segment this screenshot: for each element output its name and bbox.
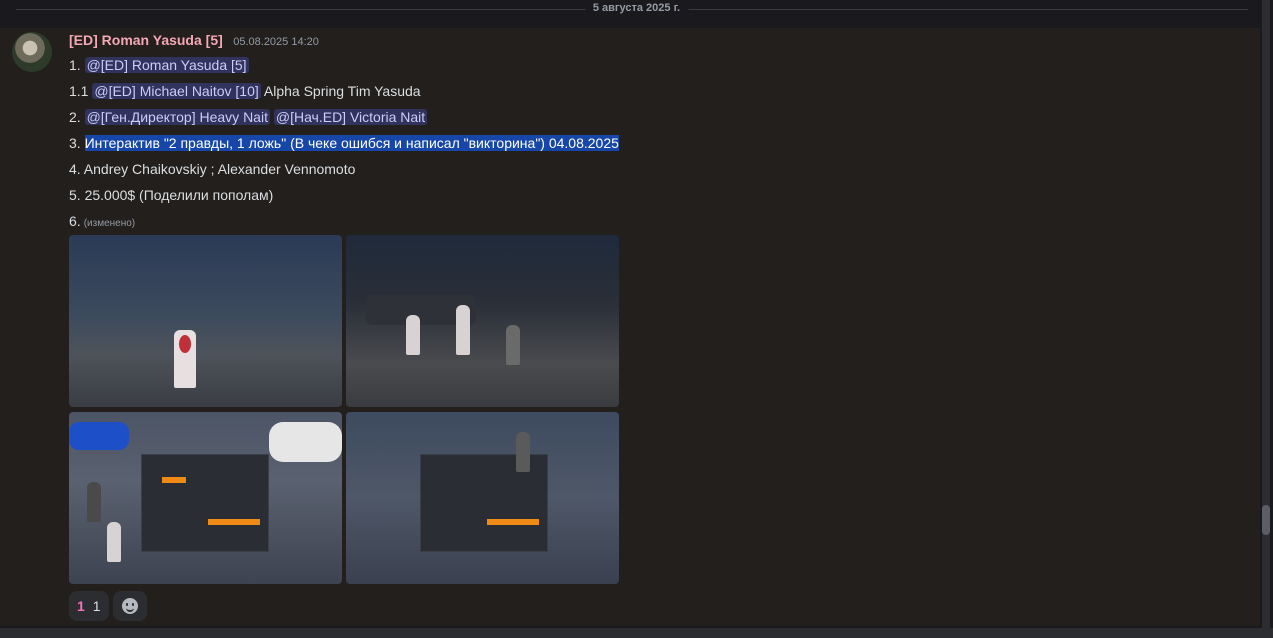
line-1-1: 1.1 @[ED] Michael Naitov [10] Alpha Spri… bbox=[69, 83, 421, 99]
character-figure bbox=[456, 305, 470, 355]
image-grid bbox=[69, 235, 619, 584]
message: [ED] Roman Yasuda [5] 05.08.2025 14:20 1… bbox=[0, 28, 1260, 626]
character-figure bbox=[506, 325, 520, 365]
line-3-prefix: 3. bbox=[69, 135, 81, 151]
line-3: 3. Интерактив "2 правды, 1 ложь" (В чеке… bbox=[69, 135, 619, 151]
screenshot-image-2[interactable] bbox=[346, 235, 619, 407]
line-1: 1. @[ED] Roman Yasuda [5] bbox=[69, 57, 249, 73]
white-car-shape bbox=[269, 422, 342, 462]
screenshot-image-1[interactable] bbox=[69, 235, 342, 407]
mention-michael[interactable]: @[ED] Michael Naitov [10] bbox=[92, 83, 261, 99]
backpack-shape bbox=[179, 335, 191, 353]
reactions-bar: 1 1 bbox=[69, 591, 147, 621]
reaction-chip[interactable]: 1 1 bbox=[69, 591, 109, 621]
line-2: 2. @[Ген.Директор] Heavy Nait @[Нач.ED] … bbox=[69, 109, 428, 125]
mention-heavy[interactable]: @[Ген.Директор] Heavy Nait bbox=[84, 109, 270, 125]
reaction-count: 1 bbox=[92, 598, 101, 614]
character-figure bbox=[87, 482, 101, 522]
smile-icon bbox=[121, 598, 138, 614]
add-reaction-button[interactable] bbox=[112, 591, 147, 621]
screenshot-image-3[interactable] bbox=[69, 412, 342, 584]
character-figure bbox=[406, 315, 420, 355]
character-figure bbox=[107, 522, 121, 562]
scrollbar-track[interactable] bbox=[1262, 0, 1270, 638]
screenshot-image-4[interactable] bbox=[346, 412, 619, 584]
line-6-prefix: 6. bbox=[69, 213, 81, 229]
mention-roman[interactable]: @[ED] Roman Yasuda [5] bbox=[84, 57, 249, 73]
line-2-prefix: 2. bbox=[69, 109, 81, 125]
date-divider-label: 5 августа 2025 г. bbox=[584, 2, 689, 14]
line-1-1-text: Alpha Spring Tim Yasuda bbox=[263, 83, 421, 99]
avatar[interactable] bbox=[12, 32, 52, 72]
line-4: 4. Andrey Chaikovskiy ; Alexander Vennom… bbox=[69, 161, 356, 177]
line-5: 5. 25.000$ (Поделили пополам) bbox=[69, 187, 274, 203]
message-header: [ED] Roman Yasuda [5] 05.08.2025 14:20 bbox=[69, 32, 319, 50]
edited-label: (изменено) bbox=[83, 218, 136, 229]
game-panel bbox=[141, 454, 269, 552]
line-6: 6. (изменено) bbox=[69, 213, 135, 229]
character-figure bbox=[516, 432, 530, 472]
reaction-emoji: 1 bbox=[77, 598, 85, 614]
line-1-1-prefix: 1.1 bbox=[69, 83, 89, 99]
scrollbar-thumb[interactable] bbox=[1262, 505, 1270, 535]
bottom-bar bbox=[0, 628, 1273, 638]
line-3-text-selected: Интерактив "2 правды, 1 ложь" (В чеке ош… bbox=[84, 135, 619, 151]
line-1-prefix: 1. bbox=[69, 57, 81, 73]
mention-victoria[interactable]: @[Нач.ED] Victoria Nait bbox=[273, 109, 428, 125]
blue-car-shape bbox=[69, 422, 129, 450]
message-timestamp[interactable]: 05.08.2025 14:20 bbox=[233, 36, 319, 48]
author-name[interactable]: [ED] Roman Yasuda [5] bbox=[69, 32, 223, 48]
